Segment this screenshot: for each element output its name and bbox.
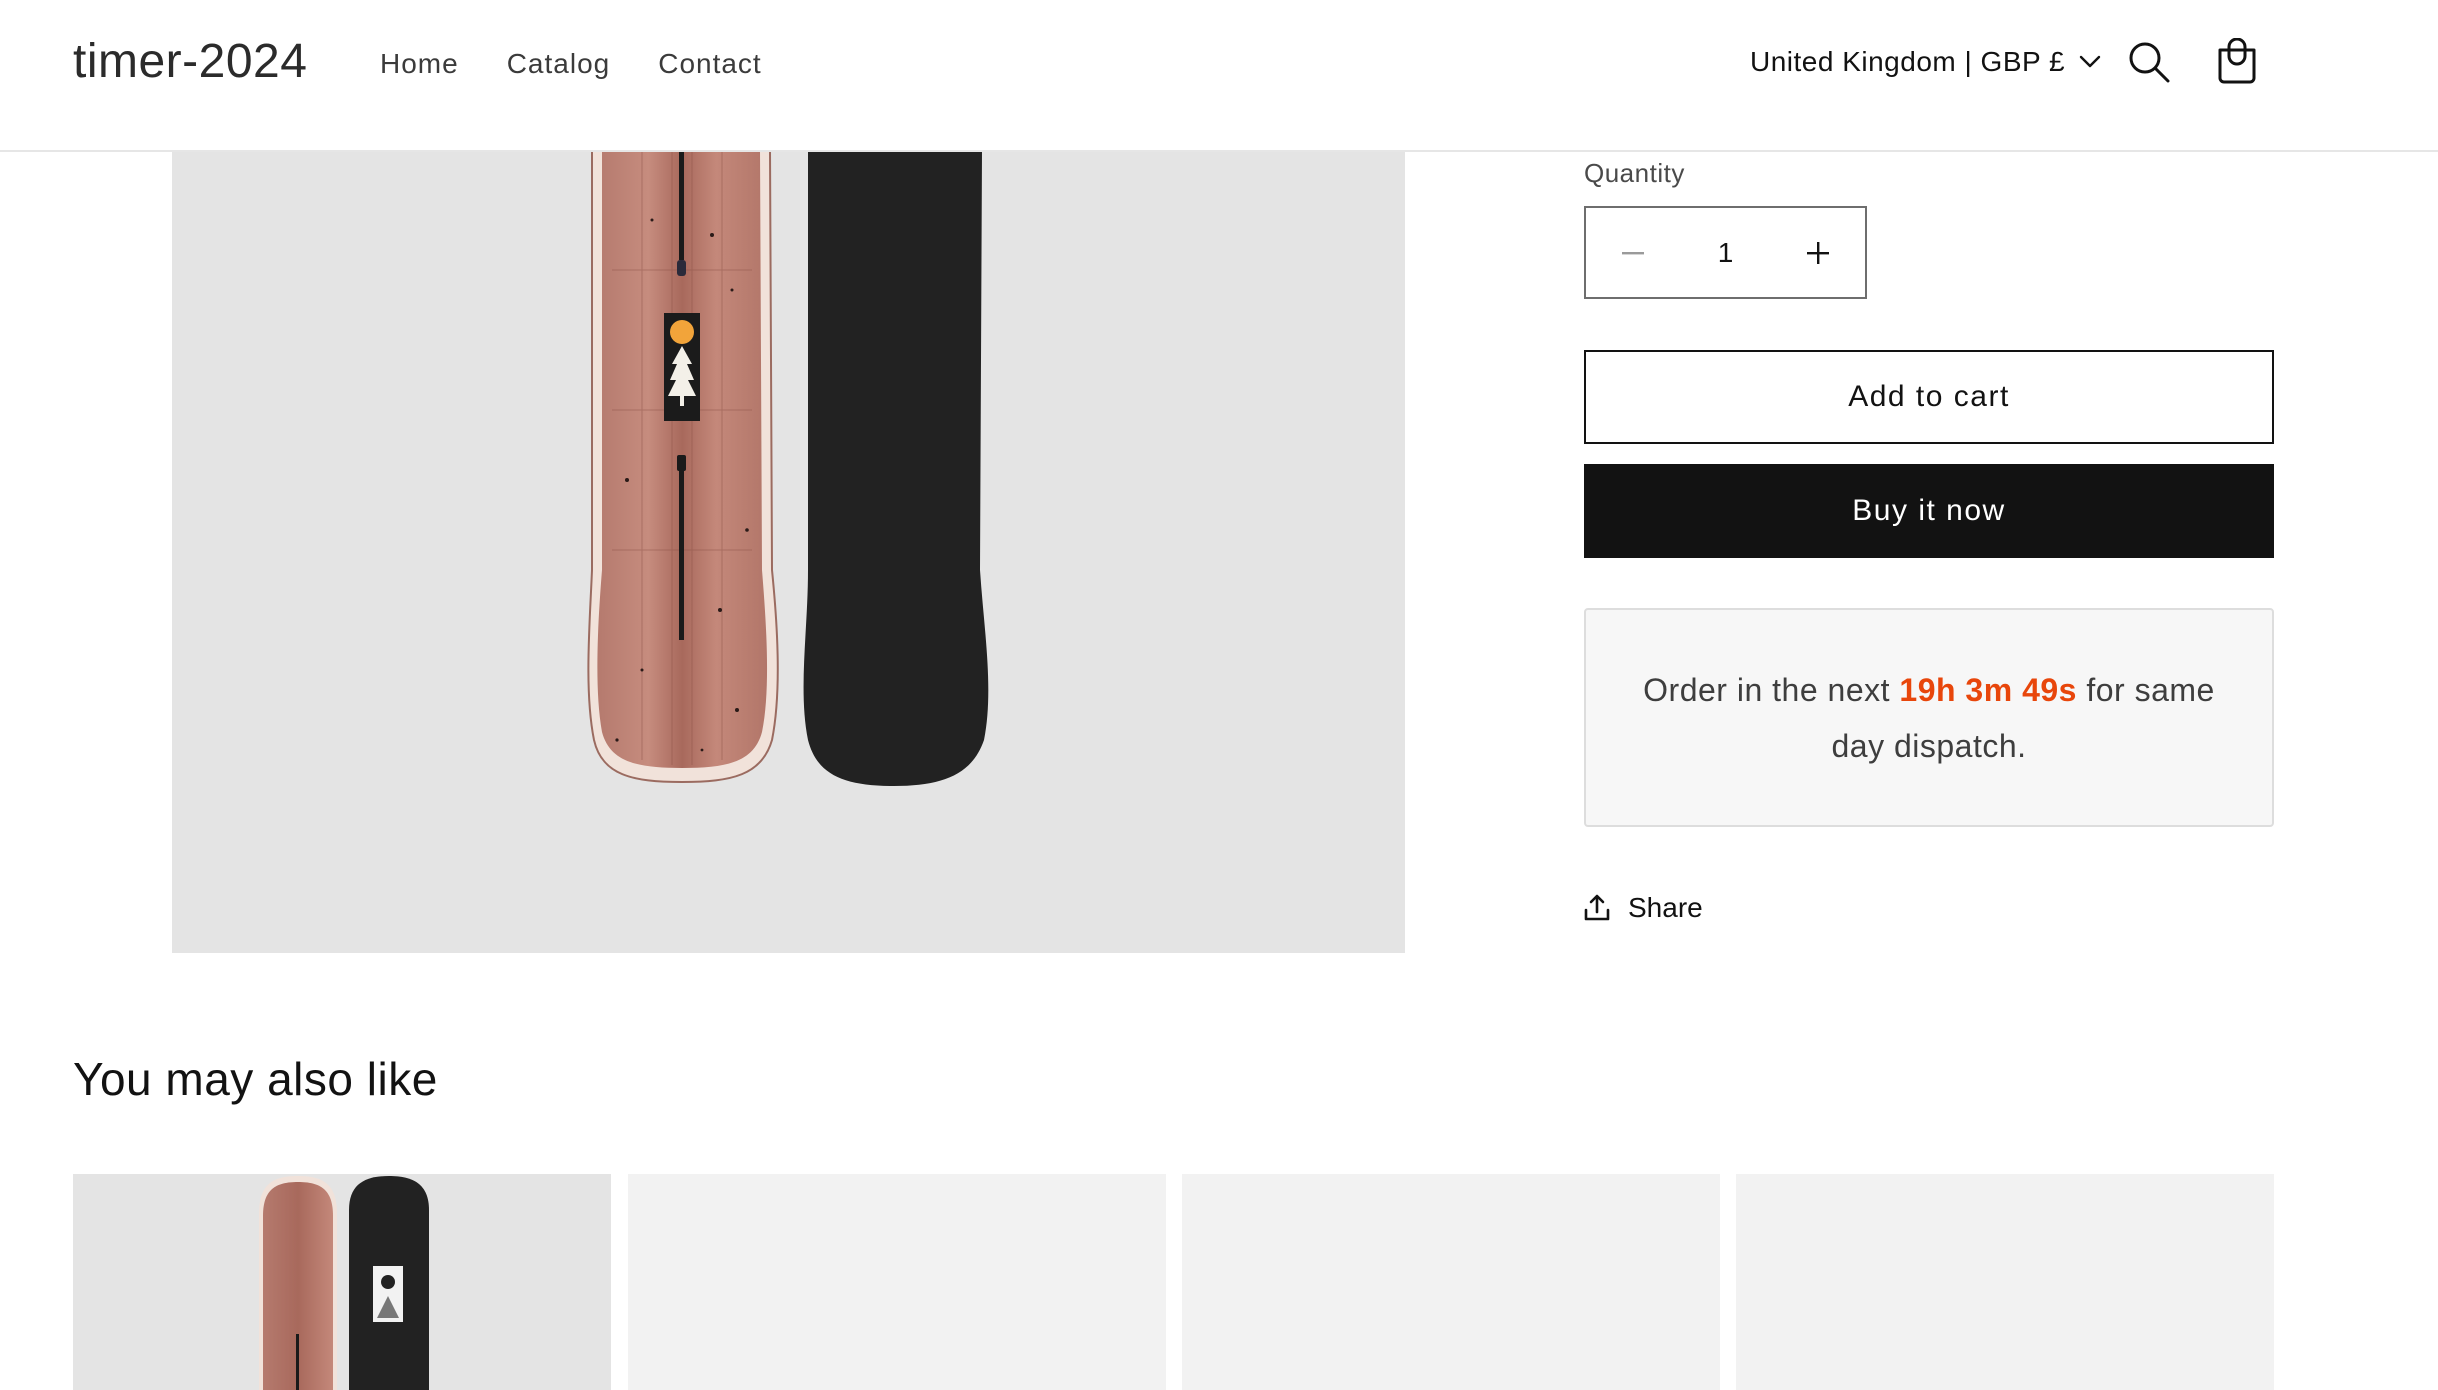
quantity-increase-button[interactable] [1771, 208, 1865, 297]
nav-link-home[interactable]: Home [380, 48, 459, 80]
nav-link-contact[interactable]: Contact [658, 48, 762, 80]
dispatch-timer-prefix: Order in the next [1643, 671, 1890, 708]
quantity-input[interactable] [1683, 235, 1768, 270]
snowboard-thumbnail [259, 1176, 429, 1390]
quantity-label: Quantity [1584, 158, 1685, 188]
search-icon [2125, 38, 2175, 88]
plus-icon [1807, 241, 1829, 264]
quantity-decrease-button[interactable] [1586, 208, 1680, 297]
site-header: timer-2024 Home Catalog Contact United K… [0, 0, 2438, 152]
product-image[interactable] [172, 150, 1405, 953]
share-icon [1584, 894, 1610, 922]
cart-icon [2212, 38, 2262, 88]
buy-it-now-button[interactable]: Buy it now [1584, 464, 2274, 558]
country-selector-label: United Kingdom | GBP £ [1750, 46, 2066, 77]
related-products-heading: You may also like [73, 1053, 438, 1105]
search-button[interactable] [2125, 38, 2175, 88]
related-product-card[interactable] [73, 1174, 611, 1390]
site-logo[interactable]: timer-2024 [73, 34, 307, 89]
minus-icon [1622, 251, 1644, 255]
chevron-down-icon [2079, 55, 2101, 69]
share-button[interactable]: Share [1584, 892, 1703, 924]
main-nav: Home Catalog Contact [380, 48, 762, 80]
dispatch-countdown: 19h 3m 49s [1899, 671, 2077, 708]
nav-link-catalog[interactable]: Catalog [507, 48, 611, 80]
country-selector[interactable]: United Kingdom | GBP £ [1750, 46, 2101, 78]
dispatch-timer-text: Order in the next 19h 3m 49s for same da… [1626, 662, 2232, 774]
share-label: Share [1628, 892, 1703, 923]
quantity-stepper [1584, 206, 1867, 299]
add-to-cart-button[interactable]: Add to cart [1584, 350, 2274, 444]
cart-button[interactable] [2212, 38, 2262, 88]
related-product-card[interactable] [1736, 1174, 2274, 1390]
related-product-card[interactable] [628, 1174, 1166, 1390]
dispatch-timer-box: Order in the next 19h 3m 49s for same da… [1584, 608, 2274, 827]
related-product-card[interactable] [1182, 1174, 1720, 1390]
